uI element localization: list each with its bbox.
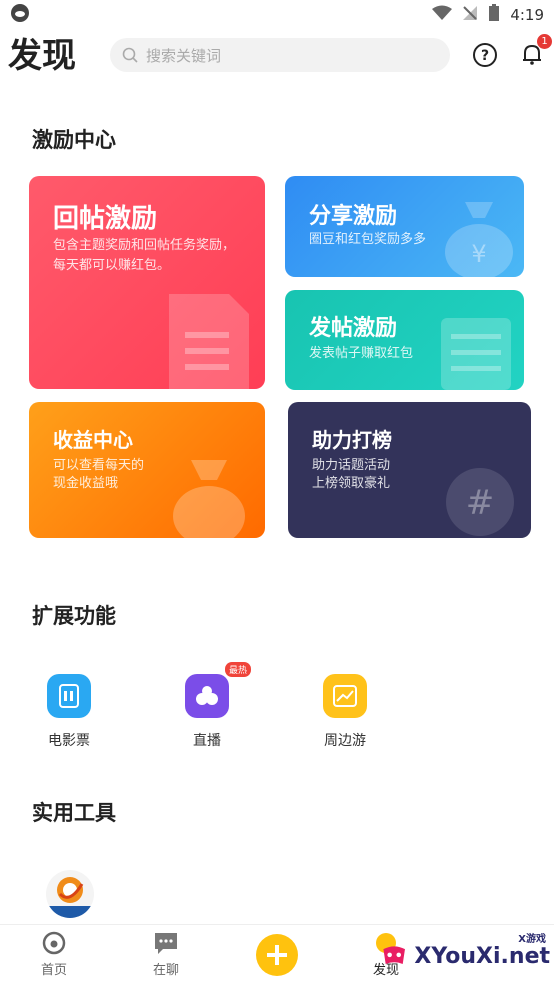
money-bag-icon: ¥ [445, 202, 513, 277]
card-desc-line1: 可以查看每天的 [53, 458, 145, 473]
feature-nearby-travel[interactable]: 周边游 [300, 674, 390, 750]
card-title: 收益中心 [53, 428, 133, 452]
status-bar: 4:19 [0, 0, 554, 30]
gamepad-logo-icon [383, 946, 405, 964]
card-desc: 包含主题奖励和回帖任务奖励，每天都可以赚红包。 [53, 238, 236, 273]
svg-text:?: ? [481, 48, 489, 64]
hot-badge: 最热 [224, 662, 251, 677]
watermark-sub: X游戏 [518, 934, 546, 945]
feature-label: 电影票 [48, 733, 90, 749]
home-icon [42, 931, 66, 955]
svg-text:¥: ¥ [471, 240, 486, 268]
help-button[interactable]: ? [472, 42, 498, 68]
card-post-incentive[interactable]: 发帖激励 发表帖子赚取红包 [285, 290, 524, 390]
tool-citizen-app[interactable] [46, 870, 94, 918]
note-icon [441, 318, 511, 390]
card-desc-line2: 现金收益哦 [53, 476, 119, 491]
card-desc-line2: 上榜领取豪礼 [312, 476, 391, 491]
citizen-app-logo [46, 877, 94, 918]
notification-button[interactable]: 1 [518, 34, 552, 68]
card-income-center[interactable]: 收益中心 可以查看每天的 现金收益哦 [29, 402, 265, 538]
section-title-extensions: 扩展功能 [32, 604, 116, 628]
card-desc-line1: 助力话题活动 [312, 458, 391, 473]
watermark-text: XYouXi.net [414, 943, 550, 969]
status-time: 4:19 [510, 6, 544, 24]
card-desc: 发表帖子赚取红包 [309, 346, 414, 361]
section-title-incentive: 激励中心 [32, 128, 116, 152]
battery-icon [488, 4, 500, 26]
app-notification-icon [10, 3, 30, 27]
tab-label: 在聊 [152, 963, 179, 978]
card-desc: 圈豆和红包奖励多多 [309, 232, 427, 247]
page-title: 发现 [8, 36, 76, 76]
tab-home[interactable]: 首页 [24, 931, 84, 978]
live-icon: 最热 [185, 662, 251, 718]
wifi-icon [432, 5, 453, 25]
search-icon [122, 47, 138, 63]
card-share-incentive[interactable]: 分享激励 圈豆和红包奖励多多 ¥ [285, 176, 524, 277]
money-bag-icon [173, 460, 245, 538]
card-rank-boost[interactable]: 助力打榜 助力话题活动 上榜领取豪礼 # [288, 402, 531, 538]
plus-icon [267, 945, 287, 965]
document-icon [169, 294, 249, 389]
tab-chat[interactable]: 在聊 [136, 931, 196, 978]
card-title: 发帖激励 [309, 316, 398, 341]
watermark: XYouXi.net X游戏 [380, 928, 550, 984]
svg-text:#: # [466, 483, 495, 523]
card-reply-incentive[interactable]: 回帖激励 包含主题奖励和回帖任务奖励，每天都可以赚红包。 [29, 176, 265, 389]
chat-icon [155, 933, 177, 954]
tab-label: 首页 [40, 963, 67, 978]
card-title: 回帖激励 [53, 204, 158, 234]
hashtag-icon: # [446, 468, 514, 536]
section-title-tools: 实用工具 [32, 801, 116, 825]
card-title: 分享激励 [309, 204, 398, 229]
no-signal-icon [462, 5, 478, 25]
notification-badge: 1 [537, 34, 552, 49]
feature-label: 直播 [193, 733, 221, 749]
add-post-button[interactable] [256, 934, 298, 976]
ticket-icon [47, 674, 91, 718]
feature-movie-ticket[interactable]: 电影票 [24, 674, 114, 750]
search-placeholder: 搜索关键词 [146, 46, 222, 65]
feature-label: 周边游 [324, 733, 366, 749]
travel-icon [323, 674, 367, 718]
feature-live[interactable]: 最热 直播 [162, 662, 252, 750]
search-input[interactable]: 搜索关键词 [110, 38, 450, 72]
header: 发现 搜索关键词 ? 1 [0, 34, 554, 78]
card-title: 助力打榜 [312, 428, 392, 452]
question-icon: ? [473, 43, 497, 67]
